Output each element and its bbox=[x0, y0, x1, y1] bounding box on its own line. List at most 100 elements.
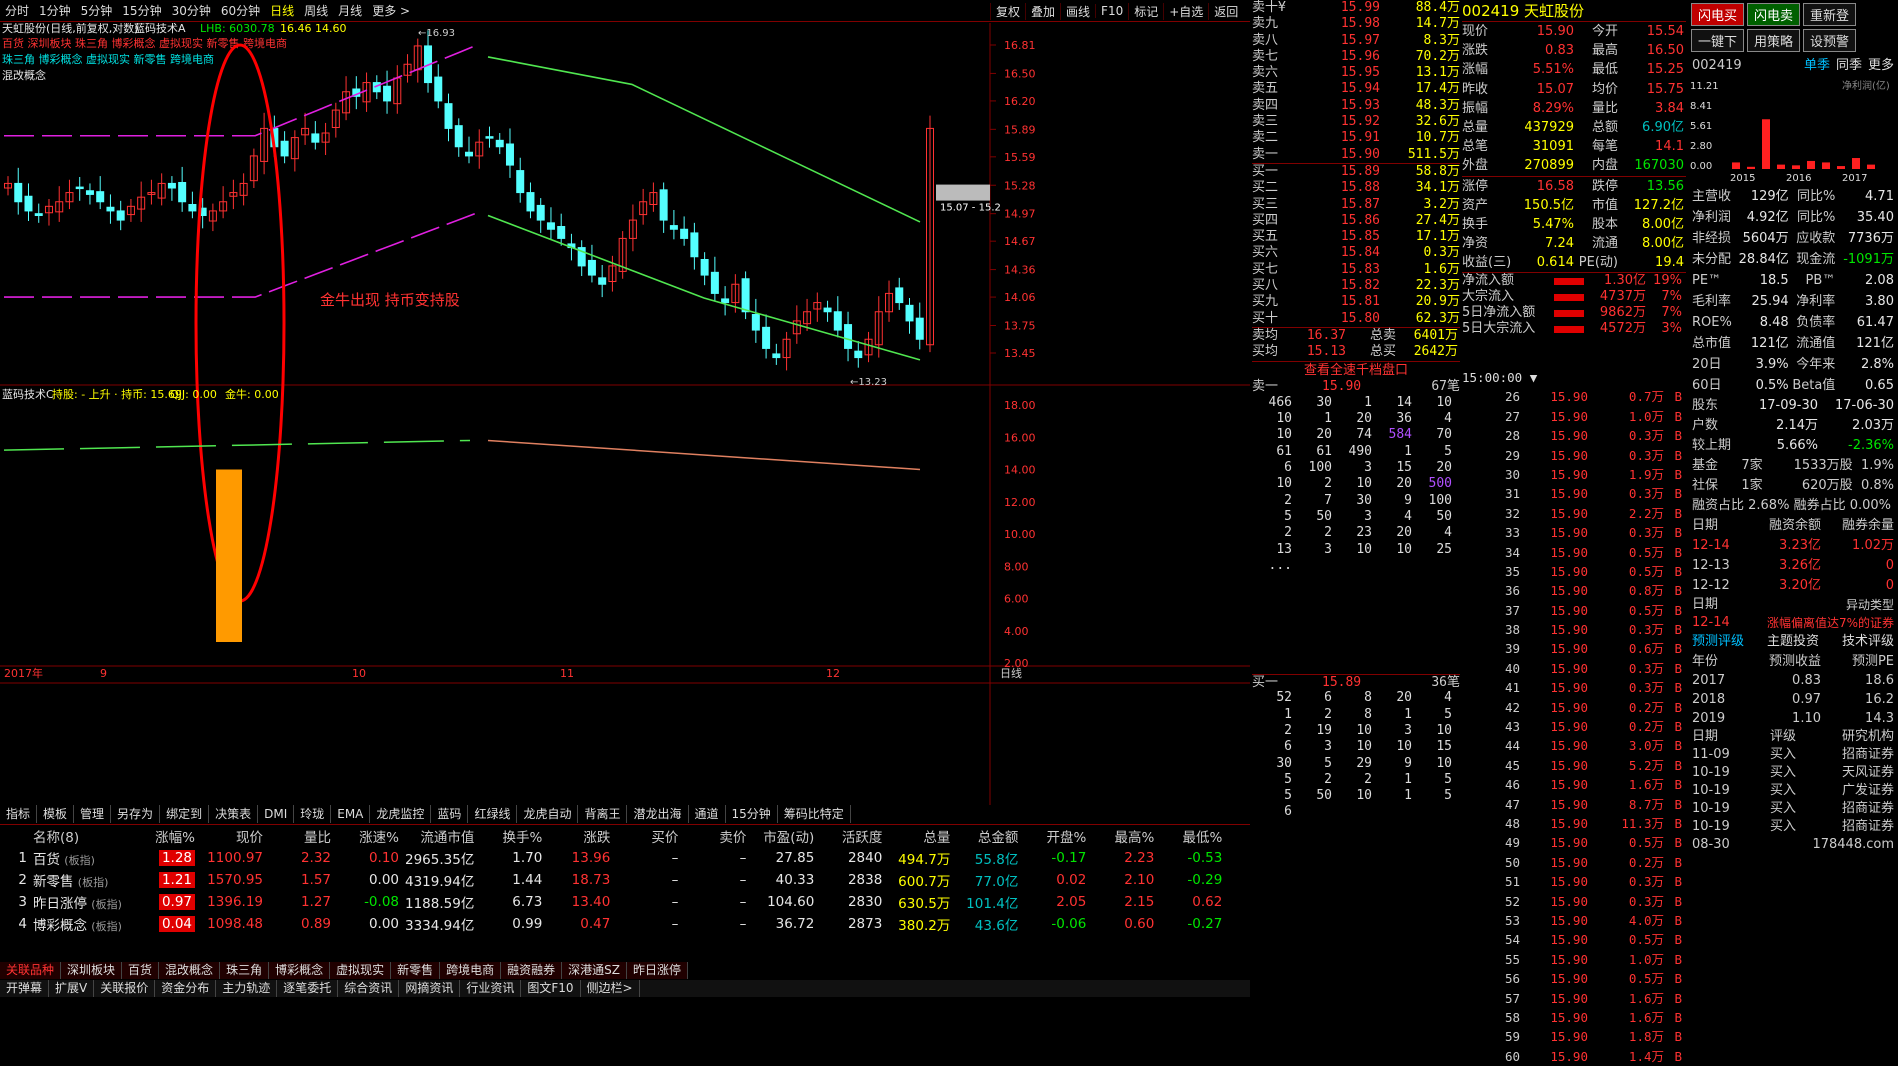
bid-row[interactable]: 买四 15.86 27.4万 bbox=[1252, 213, 1460, 229]
related-tab-4[interactable]: 珠三角 bbox=[220, 962, 270, 979]
col-header[interactable]: 市盈(动) bbox=[749, 825, 817, 847]
col-header[interactable]: 换手% bbox=[477, 825, 545, 847]
indicator-tab-11[interactable]: 红绿线 bbox=[468, 805, 518, 823]
fin-tab-0[interactable]: 单季 bbox=[1804, 58, 1830, 73]
indicator-tab-15[interactable]: 通道 bbox=[689, 805, 726, 823]
related-tab-2[interactable]: 百货 bbox=[122, 962, 160, 979]
related-tab-0[interactable]: 关联品种 bbox=[0, 962, 62, 979]
col-header[interactable]: 开盘% bbox=[1021, 825, 1089, 847]
fin-tab-2[interactable]: 更多 bbox=[1868, 58, 1894, 73]
timeframe-9[interactable]: 更多 > bbox=[367, 2, 415, 19]
status-item-5[interactable]: 逐笔委托 bbox=[277, 980, 339, 997]
table-row[interactable]: 2 新零售 (板指) 1.21 1570.95 1.57 0.00 4319.94亿 1.44… bbox=[0, 869, 1225, 891]
status-bar[interactable]: 开弹幕 扩展V 关联报价 资金分布 主力轨迹 逐笔委托 综合资讯 网摘资讯 行业资讯 图文F10 侧… bbox=[0, 980, 1250, 997]
table-row[interactable]: 4 博彩概念 (板指) 0.04 1098.48 0.89 0.00 3334.94亿 0.9… bbox=[0, 913, 1225, 935]
col-header[interactable]: 现价 bbox=[198, 825, 266, 847]
quick-button-1[interactable]: 闪电卖 bbox=[1747, 3, 1801, 26]
ask-row[interactable]: 卖七 15.96 70.2万 bbox=[1252, 49, 1460, 65]
ask-row[interactable]: 卖五 15.94 17.4万 bbox=[1252, 81, 1460, 97]
fin-tab-1[interactable]: 同季 bbox=[1836, 58, 1862, 73]
indicator-tab-8[interactable]: EMA bbox=[331, 805, 371, 823]
indicator-tab-7[interactable]: 玲珑 bbox=[294, 805, 332, 823]
ask-row[interactable]: 卖十¥ 15.99 88.4万 bbox=[1252, 0, 1460, 16]
bid-row[interactable]: 买一 15.89 58.8万 bbox=[1252, 164, 1460, 180]
ask-row[interactable]: 卖四 15.93 48.3万 bbox=[1252, 98, 1460, 114]
section-tab-2[interactable]: 技术评级 bbox=[1842, 632, 1894, 652]
indicator-tab-1[interactable]: 模板 bbox=[37, 805, 75, 823]
quick-button-4[interactable]: 用策略 bbox=[1747, 29, 1801, 52]
table-row[interactable]: 3 昨日涨停 (板指) 0.97 1396.19 1.27 -0.08 1188.59亿 6.… bbox=[0, 891, 1225, 913]
ask-row[interactable]: 卖八 15.97 8.3万 bbox=[1252, 33, 1460, 49]
timeframe-5[interactable]: 60分钟 bbox=[216, 2, 265, 19]
tool-5[interactable]: +自选 bbox=[1163, 2, 1208, 20]
timeframe-7[interactable]: 周线 bbox=[299, 2, 333, 19]
related-tab-6[interactable]: 虚拟现实 bbox=[330, 962, 392, 979]
full-depth-link[interactable]: 查看全速千档盘口 bbox=[1252, 360, 1460, 379]
status-item-2[interactable]: 关联报价 bbox=[94, 980, 156, 997]
quick-button-0[interactable]: 闪电买 bbox=[1691, 3, 1745, 26]
col-header[interactable]: 最高% bbox=[1089, 825, 1157, 847]
related-tab-8[interactable]: 跨境电商 bbox=[440, 962, 502, 979]
section-tabs[interactable]: 预测评级 主题投资 技术评级 bbox=[1688, 632, 1898, 652]
ask-row[interactable]: 卖六 15.95 13.1万 bbox=[1252, 65, 1460, 81]
timeframe-4[interactable]: 30分钟 bbox=[167, 2, 216, 19]
indicator-tabs[interactable]: 指标 模板 管理 另存为 绑定到 决策表 DMI 玲珑 EMA 龙虎监控 蓝码 红绿线 龙虎自动 背离王潜… bbox=[0, 805, 851, 823]
related-tabs[interactable]: 关联品种 深圳板块 百货 混改概念 珠三角 博彩概念 虚拟现实 新零售 跨境电商 融资融券 深港通S… bbox=[0, 962, 689, 979]
related-tab-10[interactable]: 深港通SZ bbox=[562, 962, 627, 979]
bid-row[interactable]: 买二 15.88 34.1万 bbox=[1252, 180, 1460, 196]
tool-2[interactable]: 画线 bbox=[1060, 2, 1095, 20]
ask-row[interactable]: 卖九 15.98 14.7万 bbox=[1252, 16, 1460, 32]
related-tab-9[interactable]: 融资融券 bbox=[501, 962, 563, 979]
indicator-tab-13[interactable]: 背离王 bbox=[578, 805, 628, 823]
ask-row[interactable]: 卖二 15.91 10.7万 bbox=[1252, 130, 1460, 146]
indicator-tab-16[interactable]: 15分钟 bbox=[726, 805, 778, 823]
related-tab-5[interactable]: 博彩概念 bbox=[269, 962, 331, 979]
bid-row[interactable]: 买十 15.80 62.3万 bbox=[1252, 311, 1460, 327]
status-item-7[interactable]: 网摘资讯 bbox=[399, 980, 461, 997]
indicator-tab-12[interactable]: 龙虎自动 bbox=[517, 805, 579, 823]
timeframe-8[interactable]: 月线 bbox=[333, 2, 367, 19]
col-header[interactable]: 总量 bbox=[885, 825, 953, 847]
bid-row[interactable]: 买三 15.87 3.2万 bbox=[1252, 197, 1460, 213]
col-header[interactable]: 最低% bbox=[1157, 825, 1225, 847]
status-item-8[interactable]: 行业资讯 bbox=[460, 980, 522, 997]
tool-0[interactable]: 复权 bbox=[990, 2, 1025, 20]
quick-button-5[interactable]: 设预警 bbox=[1803, 29, 1857, 52]
status-item-3[interactable]: 资金分布 bbox=[155, 980, 217, 997]
sector-table[interactable]: 名称(8) 涨幅% 现价 量比 涨速% 流通市值 换手% 涨跌 买价 卖价 市盈(动) 活跃度 总量 总金… bbox=[0, 825, 1225, 935]
timeframe-6[interactable]: 日线 bbox=[265, 2, 299, 19]
tool-1[interactable]: 叠加 bbox=[1025, 2, 1060, 20]
indicator-tab-3[interactable]: 另存为 bbox=[111, 805, 161, 823]
col-header[interactable]: 涨速% bbox=[334, 825, 402, 847]
quick-button-2[interactable]: 重新登 bbox=[1803, 3, 1857, 26]
status-item-4[interactable]: 主力轨迹 bbox=[216, 980, 278, 997]
bid-row[interactable]: 买五 15.85 17.1万 bbox=[1252, 229, 1460, 245]
section-tab-1[interactable]: 主题投资 bbox=[1767, 632, 1819, 652]
status-item-6[interactable]: 综合资讯 bbox=[338, 980, 400, 997]
bid-row[interactable]: 买八 15.82 22.3万 bbox=[1252, 278, 1460, 294]
related-tab-3[interactable]: 混改概念 bbox=[159, 962, 221, 979]
related-tab-1[interactable]: 深圳板块 bbox=[61, 962, 123, 979]
indicator-tab-0[interactable]: 指标 bbox=[0, 805, 38, 823]
indicator-tab-6[interactable]: DMI bbox=[258, 805, 295, 823]
col-header[interactable]: 涨幅% bbox=[130, 825, 198, 847]
kline-chart[interactable]: 天虹股份(日线,前复权,对数)蓝码技术A LHB: 6030.78 16.46 14… bbox=[0, 23, 1250, 805]
indicator-tab-17[interactable]: 筹码比特定 bbox=[778, 805, 851, 823]
related-tab-7[interactable]: 新零售 bbox=[391, 962, 441, 979]
indicator-tab-2[interactable]: 管理 bbox=[74, 805, 112, 823]
status-item-10[interactable]: 侧边栏> bbox=[581, 980, 640, 997]
bid-row[interactable]: 买九 15.81 20.9万 bbox=[1252, 294, 1460, 310]
timeframe-1[interactable]: 1分钟 bbox=[34, 2, 76, 19]
status-item-0[interactable]: 开弹幕 bbox=[0, 980, 50, 997]
bid-row[interactable]: 买七 15.83 1.6万 bbox=[1252, 262, 1460, 278]
indicator-tab-5[interactable]: 决策表 bbox=[209, 805, 259, 823]
col-header[interactable]: 涨跌 bbox=[545, 825, 613, 847]
related-tab-11[interactable]: 昨日涨停 bbox=[627, 962, 689, 979]
status-item-9[interactable]: 图文F10 bbox=[521, 980, 581, 997]
col-header[interactable]: 流通市值 bbox=[402, 825, 477, 847]
col-header[interactable]: 总金额 bbox=[953, 825, 1021, 847]
ask-row[interactable]: 卖三 15.92 32.6万 bbox=[1252, 114, 1460, 130]
col-header[interactable]: 买价 bbox=[613, 825, 681, 847]
timeframe-0[interactable]: 分时 bbox=[0, 2, 34, 19]
timeframe-3[interactable]: 15分钟 bbox=[117, 2, 166, 19]
